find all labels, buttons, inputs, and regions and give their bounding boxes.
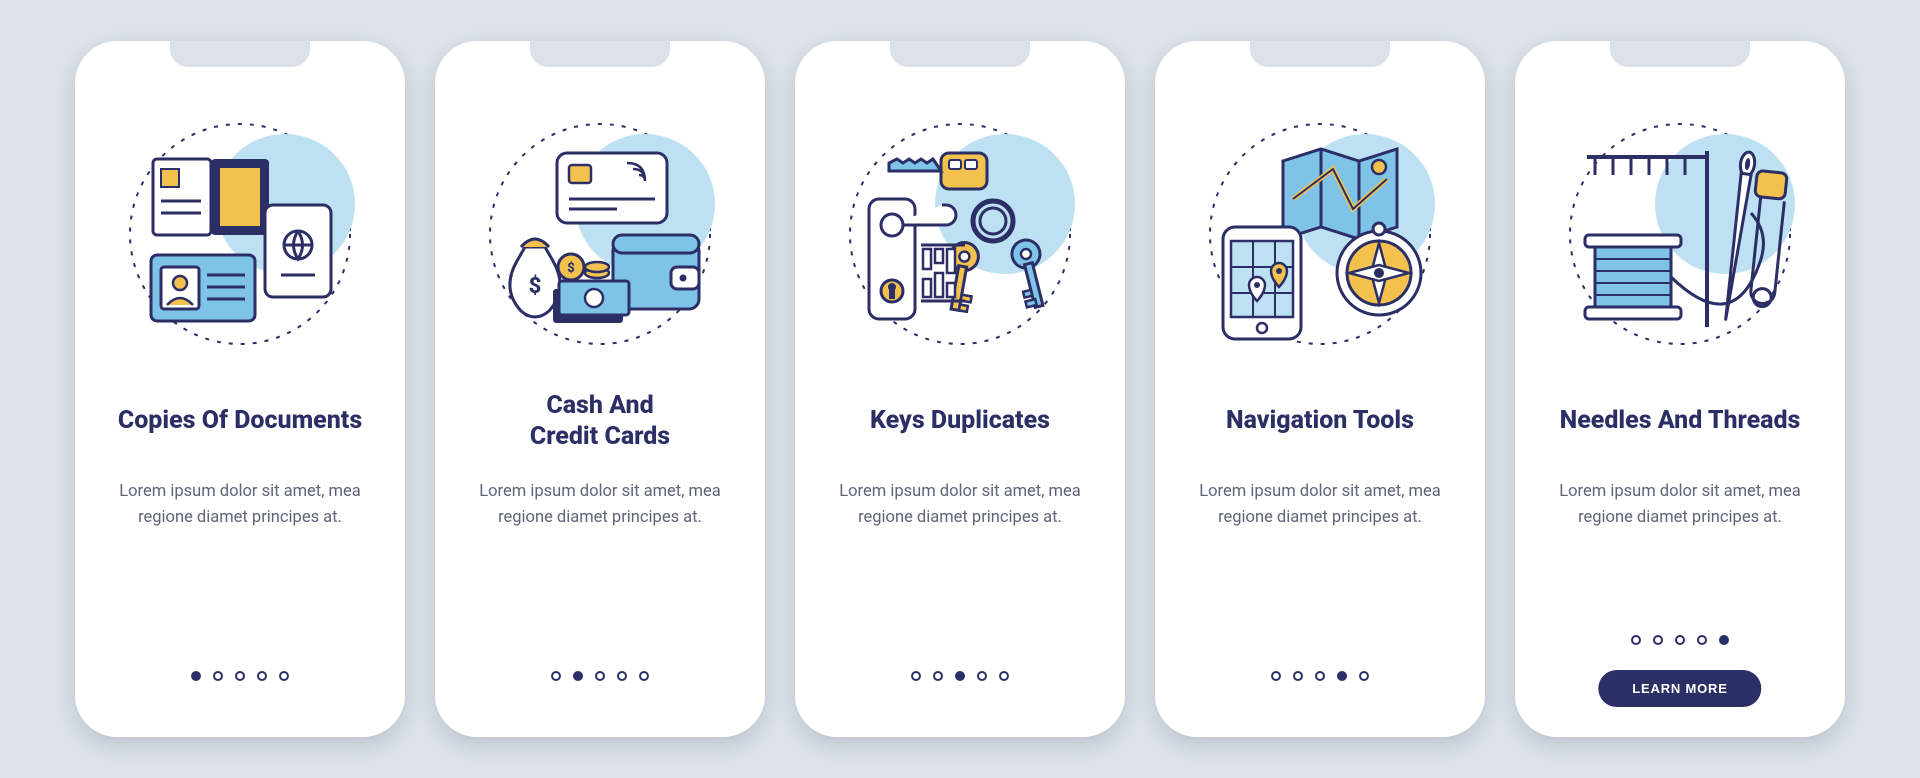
dot-1[interactable]: [911, 671, 921, 681]
dot-1[interactable]: [1271, 671, 1281, 681]
dot-3[interactable]: [955, 671, 965, 681]
screen-navigation: Navigation Tools Lorem ipsum dolor sit a…: [1155, 41, 1485, 737]
screen-cash: Cash And Credit Cards Lorem ipsum dolor …: [435, 41, 765, 737]
dot-3[interactable]: [1675, 635, 1685, 645]
phone-notch: [170, 41, 310, 67]
pagination-dots: [1515, 635, 1845, 645]
dot-2[interactable]: [213, 671, 223, 681]
screen-title: Cash And Credit Cards: [526, 389, 674, 453]
dot-2[interactable]: [1293, 671, 1303, 681]
dot-4[interactable]: [1697, 635, 1707, 645]
phone-notch: [530, 41, 670, 67]
screen-body: Lorem ipsum dolor sit amet, mea regione …: [457, 479, 743, 530]
navigation-icon: [1195, 109, 1445, 359]
learn-more-button[interactable]: LEARN MORE: [1598, 670, 1761, 707]
screen-title: Keys Duplicates: [866, 389, 1054, 453]
screen-title: Navigation Tools: [1222, 389, 1418, 453]
dot-1[interactable]: [1631, 635, 1641, 645]
pagination-dots: [435, 671, 765, 681]
dot-4[interactable]: [977, 671, 987, 681]
dot-4[interactable]: [257, 671, 267, 681]
dot-5[interactable]: [1359, 671, 1369, 681]
dot-3[interactable]: [235, 671, 245, 681]
screen-title: Copies Of Documents: [114, 389, 366, 453]
screen-body: Lorem ipsum dolor sit amet, mea regione …: [1537, 479, 1823, 530]
documents-icon: [115, 109, 365, 359]
pagination-dots: [1155, 671, 1485, 681]
dot-5[interactable]: [639, 671, 649, 681]
screen-keys: Keys Duplicates Lorem ipsum dolor sit am…: [795, 41, 1125, 737]
screen-documents: Copies Of Documents Lorem ipsum dolor si…: [75, 41, 405, 737]
dot-2[interactable]: [933, 671, 943, 681]
dot-1[interactable]: [551, 671, 561, 681]
dot-2[interactable]: [573, 671, 583, 681]
dot-1[interactable]: [191, 671, 201, 681]
screen-body: Lorem ipsum dolor sit amet, mea regione …: [817, 479, 1103, 530]
phone-notch: [890, 41, 1030, 67]
dot-5[interactable]: [279, 671, 289, 681]
pagination-dots: [75, 671, 405, 681]
screen-sewing: Needles And Threads Lorem ipsum dolor si…: [1515, 41, 1845, 737]
dot-5[interactable]: [999, 671, 1009, 681]
screen-title: Needles And Threads: [1556, 389, 1805, 453]
dot-5[interactable]: [1719, 635, 1729, 645]
dot-3[interactable]: [595, 671, 605, 681]
dot-4[interactable]: [1337, 671, 1347, 681]
screen-body: Lorem ipsum dolor sit amet, mea regione …: [97, 479, 383, 530]
keys-icon: [835, 109, 1085, 359]
screen-body: Lorem ipsum dolor sit amet, mea regione …: [1177, 479, 1463, 530]
onboarding-carousel: Copies Of Documents Lorem ipsum dolor si…: [45, 11, 1875, 767]
pagination-dots: [795, 671, 1125, 681]
dot-4[interactable]: [617, 671, 627, 681]
needles-threads-icon: [1555, 109, 1805, 359]
dot-3[interactable]: [1315, 671, 1325, 681]
phone-notch: [1250, 41, 1390, 67]
cash-credit-icon: [475, 109, 725, 359]
dot-2[interactable]: [1653, 635, 1663, 645]
phone-notch: [1610, 41, 1750, 67]
